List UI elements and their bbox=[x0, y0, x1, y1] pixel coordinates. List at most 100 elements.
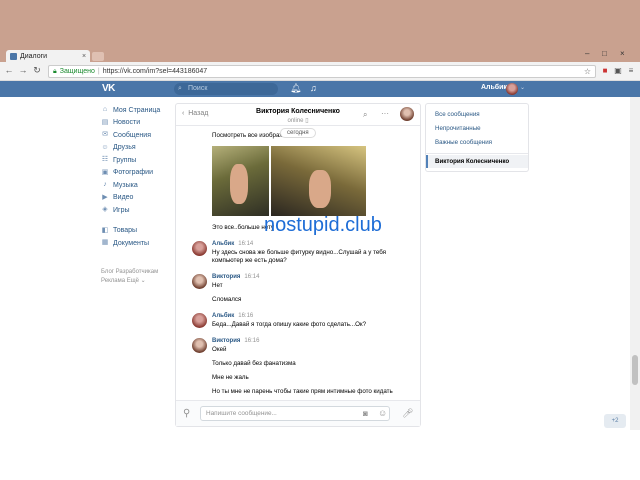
photo-figure bbox=[309, 170, 331, 208]
forward-arrow-icon[interactable]: → bbox=[18, 65, 28, 75]
message-history[interactable]: Посмотреть все изображ... Это все..больш… bbox=[176, 130, 420, 400]
sidebar-item-games[interactable]: ◈ Игры bbox=[101, 204, 171, 217]
microphone-icon[interactable]: 🎤︎ bbox=[402, 408, 413, 419]
paperclip-icon[interactable]: ⚲ bbox=[183, 408, 190, 419]
message-time: 16:16 bbox=[244, 338, 260, 344]
camera-icon[interactable]: ◙ bbox=[363, 409, 368, 418]
scrollbar-thumb[interactable] bbox=[632, 355, 638, 385]
documents-icon: ▦ bbox=[101, 239, 109, 247]
emoji-icon[interactable]: ☺ bbox=[378, 408, 387, 418]
maximize-icon[interactable]: □ bbox=[602, 49, 607, 58]
avatar[interactable] bbox=[192, 274, 207, 289]
music-icon[interactable]: ♫ bbox=[310, 83, 317, 93]
friends-icon: ☺ bbox=[101, 143, 109, 151]
sidebar-footer-links[interactable]: Блог Разработчикам Реклама Ещё ⌄ bbox=[101, 268, 171, 286]
news-icon: ▤ bbox=[101, 118, 109, 126]
page-scrollbar[interactable] bbox=[630, 97, 640, 430]
url-text: https://vk.com/im?sel=443186047 bbox=[102, 68, 208, 75]
lock-icon: 🔒︎ bbox=[53, 67, 57, 75]
left-sidebar: ⌂ Моя Страница ▤ Новости ✉ Сообщения ☺ Друзь… bbox=[101, 104, 171, 286]
watermark-text: nostupid.club bbox=[264, 214, 382, 236]
message-line: Беда...Давай я тогда опишу какие фото сд… bbox=[212, 321, 367, 328]
sidebar-item-video[interactable]: ▶ Видео bbox=[101, 192, 171, 205]
message-line: Нет bbox=[212, 282, 223, 289]
folder-important[interactable]: Важные сообщения bbox=[435, 139, 492, 146]
message-line: компьютер же есть дома? bbox=[212, 257, 287, 264]
folder-all-messages[interactable]: Все сообщения bbox=[435, 111, 480, 118]
sidebar-item-label: Группы bbox=[113, 156, 137, 164]
photo-attachment[interactable] bbox=[212, 146, 269, 216]
browser-toolbar: ← → ↻ 🔒︎ Защищено | https://vk.com/im?se… bbox=[0, 62, 640, 81]
sidebar-item-photos[interactable]: ▣ Фотографии bbox=[101, 167, 171, 180]
message-author[interactable]: Виктория 16:16 bbox=[212, 338, 259, 344]
footer-line-2[interactable]: Реклама Ещё ⌄ bbox=[101, 277, 171, 286]
vk-logo[interactable]: VK bbox=[102, 83, 115, 94]
minimize-icon[interactable]: – bbox=[585, 49, 589, 58]
sidebar-item-music[interactable]: ♪ Музыка bbox=[101, 179, 171, 192]
sidebar-item-friends[interactable]: ☺ Друзья bbox=[101, 142, 171, 155]
folder-divider bbox=[426, 153, 528, 154]
sidebar-item-label: Фотографии bbox=[113, 169, 154, 177]
address-bar[interactable]: 🔒︎ Защищено | https://vk.com/im?sel=4431… bbox=[48, 65, 596, 78]
photo-attachment[interactable] bbox=[271, 146, 366, 216]
search-input[interactable]: ⌕ Поиск bbox=[174, 83, 278, 95]
scroll-to-new-button[interactable]: +2 bbox=[604, 414, 626, 428]
author-name[interactable]: Виктория bbox=[212, 274, 240, 280]
photos-icon: ▣ bbox=[101, 168, 109, 176]
author-name[interactable]: Альбик bbox=[212, 241, 234, 247]
sidebar-item-groups[interactable]: ☷ Группы bbox=[101, 154, 171, 167]
author-name[interactable]: Виктория bbox=[212, 338, 240, 344]
games-icon: ◈ bbox=[102, 206, 108, 214]
extension-icon-2[interactable]: ▣ bbox=[613, 66, 623, 76]
sidebar-item-my-page[interactable]: ⌂ Моя Страница bbox=[101, 104, 171, 117]
sidebar-item-label: Игры bbox=[113, 206, 130, 214]
message-author[interactable]: Виктория 16:14 bbox=[212, 274, 259, 280]
sidebar-item-documents[interactable]: ▦ Документы bbox=[101, 237, 171, 250]
header-avatar[interactable] bbox=[506, 83, 518, 95]
avatar[interactable] bbox=[192, 241, 207, 256]
extension-icon[interactable]: ■ bbox=[600, 66, 610, 76]
messages-icon: ✉ bbox=[102, 131, 108, 139]
message-time: 16:14 bbox=[238, 241, 254, 247]
message-author[interactable]: Альбик 16:16 bbox=[212, 313, 253, 319]
bookmark-star-icon[interactable]: ☆ bbox=[584, 67, 591, 76]
browser-menu-icon[interactable]: ≡ bbox=[626, 66, 636, 76]
header-user-name[interactable]: Альбик bbox=[481, 84, 507, 91]
vk-favicon-icon bbox=[10, 53, 17, 60]
contact-status: online ▯ bbox=[236, 117, 360, 124]
contact-name[interactable]: Виктория Колесниченко bbox=[236, 108, 360, 115]
sidebar-item-goods[interactable]: ◧ Товары bbox=[101, 225, 171, 238]
photo-figure bbox=[230, 164, 248, 204]
message-line: Мне не жаль bbox=[212, 374, 249, 381]
sidebar-item-news[interactable]: ▤ Новости bbox=[101, 117, 171, 130]
sidebar-item-label: Музыка bbox=[113, 181, 138, 189]
tab-close-icon[interactable]: × bbox=[82, 53, 90, 60]
folder-selected-conversation[interactable]: Виктория Колесниченко bbox=[426, 155, 528, 168]
more-icon[interactable]: ··· bbox=[381, 109, 389, 118]
message-author[interactable]: Альбик 16:14 bbox=[212, 241, 253, 247]
avatar[interactable] bbox=[192, 338, 207, 353]
author-name[interactable]: Альбик bbox=[212, 313, 234, 319]
folder-unread[interactable]: Непрочитанные bbox=[435, 125, 481, 132]
avatar[interactable] bbox=[192, 313, 207, 328]
reload-icon[interactable]: ↻ bbox=[32, 65, 42, 76]
goods-icon: ◧ bbox=[101, 226, 109, 234]
sidebar-divider bbox=[101, 217, 171, 225]
message-time: 16:14 bbox=[244, 274, 260, 280]
new-tab-button[interactable] bbox=[92, 52, 104, 61]
footer-line-1[interactable]: Блог Разработчикам bbox=[101, 268, 171, 277]
back-button[interactable]: ‹ Назад bbox=[182, 110, 208, 117]
message-line: Окей bbox=[212, 346, 227, 353]
sidebar-item-messages[interactable]: ✉ Сообщения bbox=[101, 129, 171, 142]
chevron-down-icon[interactable]: ⌄ bbox=[520, 84, 525, 91]
message-input[interactable]: Напишите сообщение... bbox=[200, 406, 390, 421]
notifications-bell-icon[interactable]: 🔔︎ bbox=[290, 83, 301, 94]
close-window-icon[interactable]: × bbox=[620, 49, 625, 58]
screen: Диалоги × – □ × ← → ↻ 🔒︎ Защищено | http… bbox=[0, 0, 640, 480]
message-time: 16:16 bbox=[238, 313, 254, 319]
search-icon[interactable]: ⌕ bbox=[363, 110, 367, 120]
back-arrow-icon[interactable]: ← bbox=[4, 65, 14, 75]
contact-avatar[interactable] bbox=[400, 107, 414, 121]
page-bottom-blank bbox=[0, 430, 640, 480]
home-icon: ⌂ bbox=[102, 106, 108, 114]
